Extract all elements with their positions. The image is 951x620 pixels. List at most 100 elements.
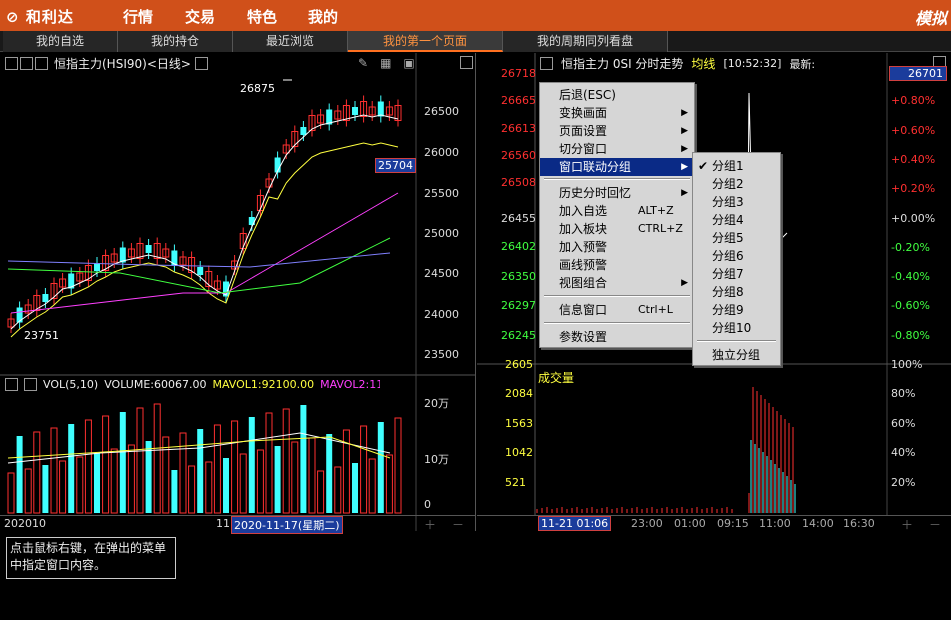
pct-tick: +0.60% <box>891 124 936 137</box>
price-tick: 26350 <box>501 270 536 283</box>
nav-quotes[interactable]: 行情 <box>123 6 153 27</box>
zoom-in-icon[interactable]: ＋ <box>424 516 436 533</box>
menu-back[interactable]: 后退(ESC) <box>540 86 694 104</box>
app-window: ⊘ 和利达 行情 交易 特色 我的 模拟 我的自选 我的持仓 最近浏览 我的第一… <box>0 0 951 620</box>
menu-separator <box>544 295 690 297</box>
vol-bar-up <box>102 415 110 514</box>
submenu-group-9[interactable]: 分组9 <box>693 301 780 319</box>
tab-period-view[interactable]: 我的周期同列看盘 <box>503 31 668 52</box>
vol-bar-up <box>24 468 32 514</box>
zoom-out-icon[interactable]: － <box>929 516 941 533</box>
menu-add-sector[interactable]: 加入板块 CTRL+Z <box>540 220 694 238</box>
candle-down <box>16 307 23 323</box>
submenu-group-10[interactable]: 分组10 <box>693 319 780 337</box>
vol-bar-up <box>394 417 402 514</box>
submenu-group-2[interactable]: 分组2 <box>693 175 780 193</box>
price-tick: 26613 <box>501 122 536 135</box>
vol-axis: 20万 10万 0 <box>420 390 476 515</box>
menu-view-combo[interactable]: 视图组合 ▶ <box>540 274 694 292</box>
vol-bar-down <box>68 424 75 513</box>
tab-holdings[interactable]: 我的持仓 <box>118 31 233 52</box>
vol-bar-up <box>33 431 41 514</box>
vol-bar-down <box>274 446 281 513</box>
menu-switch-view[interactable]: 变换画面 ▶ <box>540 104 694 122</box>
price-tick: 26000 <box>424 146 459 159</box>
price-axis: 26500 26000 25500 25000 24500 24000 23500 <box>420 53 476 373</box>
hint-box: 点击鼠标右键，在弹出的菜单中指定窗口内容。 <box>6 537 176 579</box>
vol-tick: 2084 <box>505 387 533 400</box>
vol-tick: 10万 <box>424 453 449 466</box>
left-date-bar: 202010 11 2020-11-17(星期二) ＋ － <box>0 515 476 534</box>
zoom-in-icon[interactable]: ＋ <box>901 516 913 533</box>
menu-separator <box>544 178 690 180</box>
submenu-standalone[interactable]: 独立分组 <box>693 346 780 364</box>
ma120-line <box>7 252 391 268</box>
pct-tick: -0.20% <box>891 241 930 254</box>
vol-bar-down <box>197 429 204 513</box>
vol-bar-down <box>377 422 384 513</box>
vol-bar-down <box>248 417 255 513</box>
chevron-down-icon[interactable] <box>24 378 37 391</box>
tab-watchlist[interactable]: 我的自选 <box>3 31 118 52</box>
date-start: 202010 <box>4 517 46 530</box>
vol-bar-up <box>239 453 247 514</box>
arrow-right-icon: ▶ <box>681 278 688 288</box>
vol-bar-up <box>50 427 58 514</box>
vol-tick: 2605 <box>505 358 533 371</box>
vol-bar-up <box>110 448 118 514</box>
candle-down <box>248 217 255 225</box>
nav-trade[interactable]: 交易 <box>185 6 215 27</box>
time-tick: 23:00 <box>631 517 663 530</box>
price-tick: 26560 <box>501 149 536 162</box>
submenu-group-1[interactable]: ✔ 分组1 <box>693 157 780 175</box>
vol-pct-tick: 80% <box>891 387 916 400</box>
left-chart-svg <box>0 53 476 531</box>
nav-mine[interactable]: 我的 <box>308 6 338 27</box>
tab-recent[interactable]: 最近浏览 <box>233 31 348 52</box>
menu-page-setup[interactable]: 页面设置 ▶ <box>540 122 694 140</box>
pct-tick: -0.40% <box>891 270 930 283</box>
submenu-group-3[interactable]: 分组3 <box>693 193 780 211</box>
candle-down <box>352 107 358 115</box>
submenu-group-8[interactable]: 分组8 <box>693 283 780 301</box>
candle-down <box>94 263 100 271</box>
menu-split-window[interactable]: 切分窗口 ▶ <box>540 140 694 158</box>
menu-params[interactable]: 参数设置 <box>540 328 694 346</box>
date-cursor: 2020-11-17(星期二) <box>231 516 343 534</box>
tab-first-page[interactable]: 我的第一个页面 <box>348 31 503 52</box>
volume-bars <box>7 403 402 514</box>
menu-history[interactable]: 历史分时回忆 ▶ <box>540 184 694 202</box>
zoom-out-icon[interactable]: － <box>452 516 464 533</box>
menu-line-alert[interactable]: 画线预警 <box>540 256 694 274</box>
expand-icon[interactable] <box>5 378 18 391</box>
price-tick: 26245 <box>501 329 536 342</box>
mode-label: 模拟 <box>914 9 947 28</box>
vol-bar-up <box>282 408 290 514</box>
ma10-line <box>10 142 399 338</box>
submenu-group-4[interactable]: 分组4 <box>693 211 780 229</box>
submenu-group-6[interactable]: 分组6 <box>693 247 780 265</box>
submenu-group-7[interactable]: 分组7 <box>693 265 780 283</box>
vol-bar-down <box>145 441 152 513</box>
vol-bar-up <box>265 412 273 514</box>
arrow-right-icon: ▶ <box>681 162 688 172</box>
vol-bar-up <box>153 403 161 514</box>
date-mid: 11 <box>216 517 230 530</box>
submenu-group-5[interactable]: 分组5 <box>693 229 780 247</box>
price-tick: 26500 <box>424 105 459 118</box>
vol-bar-up <box>360 425 368 514</box>
vol-bar-down <box>119 412 126 513</box>
vol-tick: 0 <box>424 498 431 511</box>
vol-bar-up <box>188 465 196 514</box>
nav-featured[interactable]: 特色 <box>247 6 277 27</box>
vol-bar-down <box>326 434 333 513</box>
vol-bar-up <box>317 470 325 514</box>
menu-add-alert[interactable]: 加入预警 <box>540 238 694 256</box>
vol-bar-down <box>300 405 307 513</box>
time-cursor: 11-21 01:06 <box>538 516 612 531</box>
vol-bar-up <box>205 461 213 514</box>
menu-info-window[interactable]: 信息窗口 Ctrl+L <box>540 301 694 319</box>
vol-mavol2: MAVOL2:113836.4 <box>320 378 381 391</box>
menu-window-link-group[interactable]: 窗口联动分组 ▶ <box>540 158 694 176</box>
menu-add-watch[interactable]: 加入自选 ALT+Z <box>540 202 694 220</box>
